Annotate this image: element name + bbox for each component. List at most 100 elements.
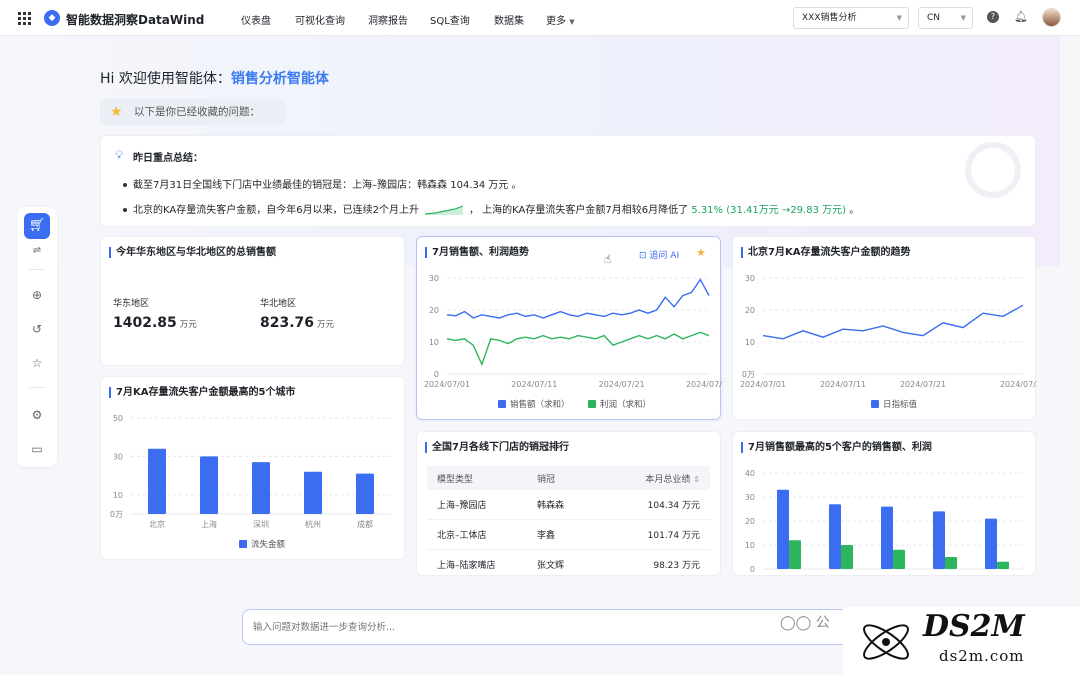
x-tick-label: 2024/07/31 xyxy=(686,380,722,389)
x-tick-label: 2024/07/01 xyxy=(740,380,786,389)
champion-cell: 张文辉 xyxy=(537,561,565,571)
nav-dashboard[interactable]: 仪表盘 xyxy=(241,12,271,27)
star-outline-icon[interactable]: ☆ xyxy=(29,355,45,371)
kpi-value-east: 1402.85 万元 xyxy=(113,315,197,331)
store-cell: 上海–陆家嘴店 xyxy=(437,561,496,571)
nav-insight-report[interactable]: 洞察报告 xyxy=(368,12,408,27)
bar xyxy=(356,473,374,514)
left-sidebar: 🛒︎ ⇌ ⊕ ↺ ☆ ⚙ ▭ xyxy=(17,207,57,467)
wechat-watermark-icon: ◯◯ 公 xyxy=(780,615,830,631)
kpi-label-east: 华东地区 xyxy=(113,299,150,309)
beijing-churn-line-chart: 0万 10 20 30 2024/07/01 2024/07/11 2024/07/21 20… xyxy=(740,274,1037,410)
kpi-card: 今年华东地区与华北地区的总销售额 华东地区 1402.85 万元 华北地区 823… xyxy=(100,236,405,366)
switch-icon[interactable]: ⇌ xyxy=(29,243,45,259)
kpi-label-north: 华北地区 xyxy=(260,299,297,309)
x-tick-label: 客户A xyxy=(778,574,800,576)
top-customers-card[interactable]: 7月销售额最高的5个客户的销售额、利润 0 10 20 30 40 客户A 客户B 客户C 客户… xyxy=(732,431,1036,576)
table-row[interactable]: 上海–豫园店 韩森森 104.34 万元 xyxy=(427,490,710,520)
y-tick-label: 30 xyxy=(113,452,123,461)
greeting: Hi 欢迎使用智能体：销售分析智能体 xyxy=(100,68,329,88)
x-tick-label: 2024/07/01 xyxy=(424,380,470,389)
legend-label: 利润（求和） xyxy=(600,399,651,410)
help-icon[interactable]: ? xyxy=(987,11,999,23)
sidebar-divider xyxy=(29,387,45,388)
bar xyxy=(252,462,270,514)
favorites-banner[interactable]: ★ 以下是你已经收藏的问题： xyxy=(100,99,286,125)
x-tick-label: 2024/07/21 xyxy=(599,380,645,389)
nav-more-label: 更多 xyxy=(546,16,566,27)
cart-icon[interactable]: 🛒︎ xyxy=(24,213,50,239)
history-icon[interactable]: ↺ xyxy=(29,321,45,337)
sparkline-icon xyxy=(424,205,463,215)
y-tick-label: 30 xyxy=(745,274,755,283)
beijing-churn-trend-card[interactable]: 北京7月KA存量流失客户金额的趋势 0万 10 20 30 2024/07/01 2024… xyxy=(732,236,1037,420)
nav-sql-query[interactable]: SQL查询 xyxy=(430,12,470,27)
table-row[interactable]: 上海–陆家嘴店 张文辉 98.23 万元 xyxy=(427,550,710,575)
summary-title: 昨日重点总结： xyxy=(133,153,203,164)
ask-ai-label: 追问 AI xyxy=(649,251,680,261)
bar xyxy=(945,557,957,569)
x-tick-label: 深圳 xyxy=(253,519,269,529)
x-tick-label: 北京 xyxy=(149,519,165,529)
y-tick-label: 20 xyxy=(745,517,755,526)
apps-grid-icon[interactable] xyxy=(18,12,31,25)
add-chat-icon[interactable]: ⊕ xyxy=(29,287,45,303)
kpi-value-north: 823.76 万元 xyxy=(260,315,334,331)
question-input[interactable] xyxy=(242,609,862,645)
settings-icon[interactable]: ⚙ xyxy=(29,407,45,423)
legend-swatch xyxy=(498,400,506,408)
x-tick-label: 2024/07/11 xyxy=(511,380,557,389)
language-select[interactable]: CN ▼ xyxy=(918,7,973,29)
top-cities-card[interactable]: 7月KA存量流失客户金额最高的5个城市 0万 10 30 50 北京 上海 深圳 杭州 成都 流失… xyxy=(100,376,405,560)
column-header-sortable[interactable]: 本月总业绩 ⇕ xyxy=(617,472,710,485)
amount-cell: 98.23 万元 xyxy=(653,561,700,571)
nav-dataset[interactable]: 数据集 xyxy=(494,12,524,27)
store-champion-rank-card[interactable]: 全国7月各线下门店的销冠排行 模型类型 销冠 本月总业绩 ⇕ 上海–豫园店 韩森… xyxy=(416,431,721,576)
y-tick-label: 0 xyxy=(750,565,755,574)
nav-visual-query[interactable]: 可视化查询 xyxy=(295,12,345,27)
x-tick-label: 杭州 xyxy=(305,519,321,529)
agent-name: 销售分析智能体 xyxy=(230,71,329,87)
y-tick-label: 0万 xyxy=(742,370,755,379)
daily-summary: 💡︎ 昨日重点总结： 截至7月31日全国线下门店中业绩最佳的销冠是：上海–豫园店… xyxy=(100,135,1036,227)
amount-cell: 101.74 万元 xyxy=(647,531,700,541)
legend-swatch xyxy=(588,400,596,408)
x-tick-label: 2024/07/11 xyxy=(820,380,866,389)
bell-icon[interactable]: 🔔︎ xyxy=(1014,11,1028,23)
y-tick-label: 20 xyxy=(745,306,755,315)
store-cell: 上海–豫园店 xyxy=(437,501,487,511)
legend-label: 流失金额 xyxy=(251,539,286,550)
favorites-label: 以下是你已经收藏的问题： xyxy=(134,106,260,118)
favorite-star-icon[interactable]: ★ xyxy=(696,246,706,259)
summary-line-2d: 。 xyxy=(846,205,860,216)
avatar[interactable] xyxy=(1042,8,1061,27)
y-tick-label: 40 xyxy=(745,469,755,478)
rank-table: 模型类型 销冠 本月总业绩 ⇕ 上海–豫园店 韩森森 104.34 万元 北京–… xyxy=(427,466,710,575)
nav-more[interactable]: 更多 ▼ xyxy=(546,12,575,27)
y-tick-label: 0万 xyxy=(110,510,123,519)
card-title: 7月销售额、利润趋势 xyxy=(425,247,529,258)
y-tick-label: 50 xyxy=(113,414,123,423)
summary-line-2: 北京的KA存量流失客户金额，自今年6月以来，已连续2个月上升 ， 上海的KA存量流… xyxy=(123,201,859,216)
table-row[interactable]: 北京–工体店 李鑫 101.74 万元 xyxy=(427,520,710,550)
y-tick-label: 30 xyxy=(745,493,755,502)
sales-profit-trend-card[interactable]: 7月销售额、利润趋势 ⊡ 追问 AI ★ ☝ 0 10 20 30 2024/07/01… xyxy=(416,236,722,420)
screen-icon[interactable]: ▭ xyxy=(29,441,45,457)
champion-cell: 韩森森 xyxy=(537,501,565,511)
legend-swatch xyxy=(871,400,879,408)
table-header: 模型类型 销冠 本月总业绩 ⇕ xyxy=(427,466,710,490)
y-tick-label: 20 xyxy=(429,306,439,315)
atom-logo-icon xyxy=(863,624,909,660)
legend-label: 日指标值 xyxy=(883,399,918,410)
bar xyxy=(200,456,218,514)
bar xyxy=(997,561,1009,569)
series-line-1 xyxy=(446,278,710,319)
x-tick-label: 客户E xyxy=(986,574,1007,576)
language-select-value: CN xyxy=(927,13,941,23)
kpi-value-north-number: 823.76 xyxy=(260,315,315,331)
agent-select[interactable]: XXX销售分析 ▼ xyxy=(793,7,909,29)
series-line-2 xyxy=(446,331,710,367)
ask-ai-button[interactable]: ⊡ 追问 AI xyxy=(639,248,679,261)
x-tick-label: 上海 xyxy=(201,519,217,529)
card-title: 北京7月KA存量流失客户金额的趋势 xyxy=(741,247,910,258)
